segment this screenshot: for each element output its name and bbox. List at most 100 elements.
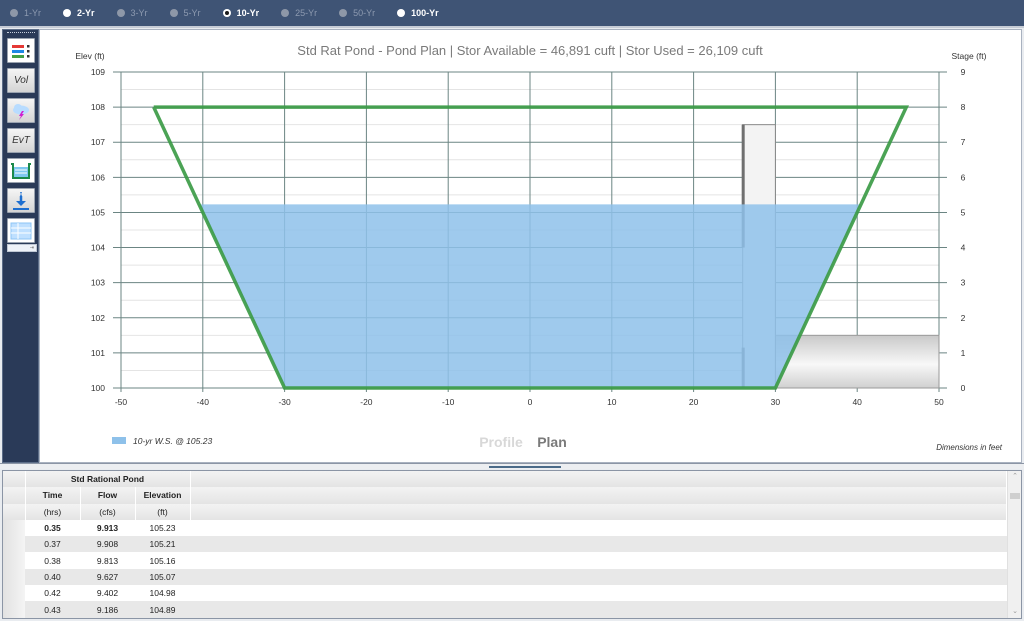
- column-header-time[interactable]: Time: [25, 487, 81, 504]
- radio-icon[interactable]: [339, 9, 348, 17]
- pond-button[interactable]: [7, 158, 35, 183]
- x-tick-label: 0: [528, 397, 533, 407]
- cell-flow: 9.186: [80, 601, 135, 618]
- radio-icon[interactable]: [169, 9, 178, 17]
- cell-elevation: 105.16: [149, 555, 176, 566]
- x-tick-label: 30: [771, 397, 781, 407]
- storm-option-label: 1-Yr: [24, 8, 42, 18]
- storm-option-label: 50-Yr: [353, 8, 376, 18]
- legend-colors-button[interactable]: [7, 38, 35, 63]
- y2-tick-label: 6: [961, 172, 966, 182]
- panel-splitter[interactable]: [0, 463, 1024, 469]
- results-grid: Std Rational Pond Time Flow Elevation (h…: [2, 470, 1022, 619]
- radio-icon[interactable]: [281, 9, 290, 17]
- column-header-flow[interactable]: Flow: [80, 487, 136, 504]
- download-icon: [13, 191, 29, 210]
- toolbar-overflow-button[interactable]: ⇥: [7, 244, 37, 252]
- row-header[interactable]: [3, 601, 25, 618]
- y-axis-label: Elev (ft): [75, 51, 104, 61]
- cell-time: 0.42: [44, 588, 61, 599]
- x-tick-label: -30: [278, 397, 291, 407]
- cell-time: 0.40: [25, 568, 80, 586]
- storm-option-50-yr[interactable]: 50-Yr: [339, 8, 375, 18]
- cell-elevation: 105.07: [135, 568, 190, 586]
- table-row[interactable]: 0.40 9.627 105.07: [3, 568, 1007, 586]
- cell-time: 0.35: [44, 523, 61, 534]
- x-tick-label: -50: [115, 397, 128, 407]
- splitter-handle[interactable]: [489, 466, 561, 468]
- row-header[interactable]: [3, 585, 25, 602]
- y2-axis-label: Stage (ft): [952, 51, 987, 61]
- side-toolbar: Vol EvT ⇥: [2, 29, 39, 463]
- x-tick-label: -20: [360, 397, 373, 407]
- cell-elevation: 104.98: [149, 588, 176, 599]
- cell-elevation: 105.23: [149, 523, 176, 534]
- storm-option-10-yr[interactable]: 10-Yr: [222, 8, 260, 18]
- tab-plan[interactable]: Plan: [537, 434, 567, 450]
- storm-frequency-selector: 1-Yr 2-Yr 3-Yr 5-Yr 10-Yr 25-Yr 50-Yr 100-Yr: [0, 0, 1024, 28]
- outlet-pipe: [774, 334, 940, 389]
- storm-button[interactable]: [7, 98, 35, 123]
- event-button[interactable]: EvT: [7, 128, 35, 153]
- group-header: Std Rational Pond: [25, 471, 191, 488]
- radio-icon[interactable]: [10, 9, 18, 17]
- radio-icon[interactable]: [116, 9, 125, 17]
- y-tick-label: 104: [91, 243, 105, 253]
- storm-option-1-yr[interactable]: 1-Yr: [10, 8, 41, 18]
- table-button[interactable]: [7, 218, 35, 243]
- color-bars-icon: [12, 44, 30, 58]
- radio-icon[interactable]: [397, 9, 406, 17]
- table-icon: [10, 222, 32, 239]
- table-row[interactable]: 0.35 9.913 105.23: [3, 519, 1007, 537]
- row-header[interactable]: [3, 552, 25, 569]
- pond-icon: [11, 162, 31, 179]
- table-row[interactable]: 0.43 9.186 104.89: [3, 601, 1007, 618]
- water-surface-area: [199, 204, 861, 388]
- storm-option-label: 10-Yr: [236, 8, 260, 18]
- scroll-up-icon[interactable]: ⌃: [1008, 471, 1021, 483]
- y-tick-label: 109: [91, 67, 105, 77]
- volume-button[interactable]: Vol: [7, 68, 35, 93]
- y2-tick-label: 2: [961, 313, 966, 323]
- storm-option-100-yr[interactable]: 100-Yr: [397, 8, 439, 18]
- y-tick-label: 100: [91, 383, 105, 393]
- y2-tick-label: 0: [961, 383, 966, 393]
- scroll-thumb[interactable]: [1010, 493, 1020, 499]
- cell-flow: 9.908: [80, 536, 135, 553]
- event-label: EvT: [12, 135, 30, 146]
- radio-icon[interactable]: [222, 9, 231, 17]
- row-header[interactable]: [3, 568, 25, 586]
- cell-flow: 9.402: [96, 588, 119, 599]
- storm-option-label: 100-Yr: [411, 8, 439, 18]
- row-header[interactable]: [3, 536, 25, 553]
- legend-label: 10-yr W.S. @ 105.23: [133, 436, 212, 446]
- y2-tick-label: 8: [961, 102, 966, 112]
- y2-tick-label: 4: [961, 243, 966, 253]
- storm-option-5-yr[interactable]: 5-Yr: [169, 8, 201, 18]
- x-tick-label: 40: [852, 397, 862, 407]
- download-button[interactable]: [7, 188, 35, 213]
- storm-option-3-yr[interactable]: 3-Yr: [116, 8, 148, 18]
- volume-label: Vol: [13, 75, 29, 86]
- column-header-elevation[interactable]: Elevation: [135, 487, 191, 504]
- scroll-down-icon[interactable]: ⌄: [1008, 606, 1021, 618]
- table-row[interactable]: 0.42 9.402 104.98: [3, 585, 1007, 602]
- cell-flow: 9.627: [80, 568, 135, 586]
- radio-icon[interactable]: [63, 9, 72, 17]
- y-tick-label: 102: [91, 313, 105, 323]
- toolbar-grip[interactable]: [7, 32, 35, 34]
- tab-profile[interactable]: Profile: [479, 434, 523, 450]
- y-tick-label: 107: [91, 137, 105, 147]
- vertical-scrollbar[interactable]: ⌃ ⌄: [1007, 471, 1021, 618]
- table-row[interactable]: 0.37 9.908 105.21: [3, 536, 1007, 553]
- y-tick-label: 108: [91, 102, 105, 112]
- storm-option-2-yr[interactable]: 2-Yr: [63, 8, 95, 18]
- unit-time: (hrs): [25, 503, 81, 520]
- storm-option-25-yr[interactable]: 25-Yr: [281, 8, 317, 18]
- x-tick-label: -10: [442, 397, 455, 407]
- table-row[interactable]: 0.38 9.813 105.16: [3, 552, 1007, 569]
- row-header[interactable]: [3, 519, 25, 537]
- pond-chart-panel: 100 101 102 103 104 105 106 107 108 109 0 1 2 3 4 5 6 7 8 9…: [39, 29, 1022, 463]
- y-tick-label: 103: [91, 278, 105, 288]
- legend-swatch: [112, 437, 126, 444]
